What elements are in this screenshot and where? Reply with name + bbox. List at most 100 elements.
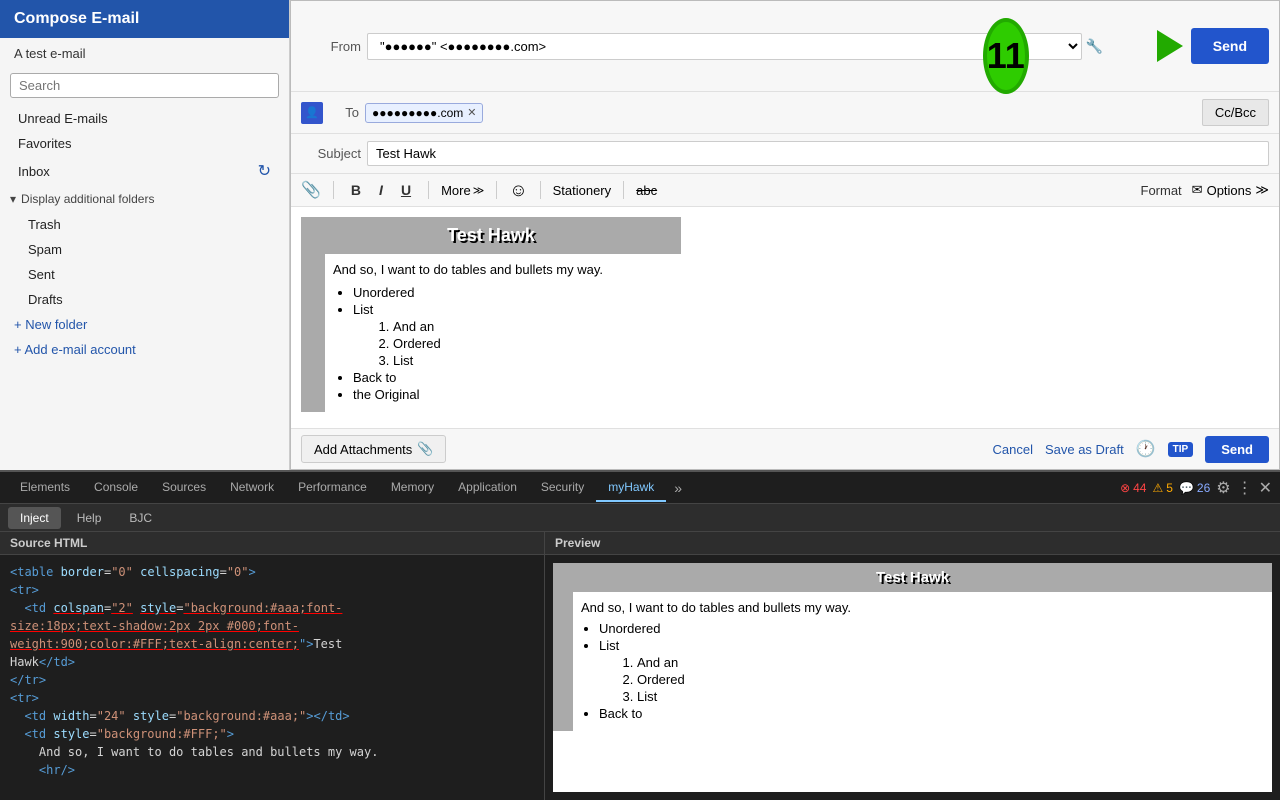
list-item: the Original	[353, 387, 673, 402]
tab-elements[interactable]: Elements	[8, 474, 82, 502]
list-item: Ordered	[637, 672, 1264, 687]
sidebar-nav: Unread E-mails Favorites Inbox ↻ ▾ Displ…	[0, 102, 289, 366]
warning-count[interactable]: ⚠ 5	[1152, 481, 1172, 495]
msg-icon: 💬	[1179, 481, 1194, 495]
sidebar-item-spam[interactable]: Spam	[0, 237, 289, 262]
code-line: And so, I want to do tables and bullets …	[10, 743, 534, 761]
attach-icon[interactable]: 📎	[301, 180, 321, 200]
stationery-button[interactable]: Stationery	[553, 183, 612, 198]
sidebar-section-header[interactable]: ▾ Display additional folders	[0, 186, 289, 212]
email-content-table: Test Hawk And so, I want to do tables an…	[301, 217, 681, 412]
ccbcc-area: Cc/Bcc	[1202, 99, 1269, 126]
sidebar-item-drafts[interactable]: Drafts	[0, 287, 289, 312]
abc-button[interactable]: abc	[636, 183, 657, 198]
more-tabs-button[interactable]: »	[666, 474, 690, 502]
sidebar-title: Compose E-mail	[0, 0, 289, 38]
sub-tab-help[interactable]: Help	[65, 507, 114, 529]
list-item: Back to	[599, 706, 1264, 721]
underline-button[interactable]: U	[396, 179, 416, 201]
toolbar-separator	[333, 181, 334, 199]
list-item: Unordered	[599, 621, 1264, 636]
code-line: <table border="0" cellspacing="0">	[10, 563, 534, 581]
italic-button[interactable]: I	[374, 179, 388, 201]
preview-ordered-list: And an Ordered List	[637, 655, 1264, 704]
code-line: <td style="background:#FFF;">	[10, 725, 534, 743]
cancel-link[interactable]: Cancel	[992, 442, 1032, 457]
collapse-arrow-icon: ▾	[10, 192, 16, 206]
to-label: To	[329, 105, 359, 120]
error-count[interactable]: ⊗ 44	[1120, 481, 1146, 495]
emoji-button[interactable]: ☺	[509, 180, 527, 201]
email-ordered-list: And an Ordered List	[393, 319, 673, 368]
toolbar-separator4	[540, 181, 541, 199]
add-attachments-button[interactable]: Add Attachments 📎	[301, 435, 446, 463]
devtools-more-icon[interactable]: ⋮	[1237, 478, 1253, 498]
sidebar-item-favorites[interactable]: Favorites	[0, 131, 289, 156]
preview-content: Test Hawk And so, I want to do tables an…	[553, 563, 1272, 792]
add-folder-button[interactable]: + New folder	[0, 312, 289, 337]
source-html-title: Source HTML	[0, 532, 544, 555]
send-button-top[interactable]: Send	[1191, 28, 1269, 64]
sidebar-subtitle: A test e-mail	[0, 38, 289, 69]
tab-myhawk[interactable]: myHawk	[596, 474, 666, 502]
bold-button[interactable]: B	[346, 179, 366, 201]
badge-arrow	[1157, 30, 1183, 62]
preview-intro: And so, I want to do tables and bullets …	[581, 600, 1264, 615]
devtools-body: Source HTML <table border="0" cellspacin…	[0, 532, 1280, 800]
refresh-icon[interactable]: ↻	[258, 161, 271, 181]
options-button[interactable]: ✉ Options ≫	[1192, 182, 1269, 198]
sidebar-item-inbox[interactable]: Inbox ↻	[0, 156, 289, 186]
sub-tab-inject[interactable]: Inject	[8, 507, 61, 529]
compose-footer: Add Attachments 📎 Cancel Save as Draft 🕐…	[291, 428, 1279, 469]
preview-title: Preview	[545, 532, 1280, 555]
list-item: Back to	[353, 370, 673, 385]
to-row: 👤 To ●●●●●●●●●.com ✕ Cc/Bcc	[291, 92, 1279, 134]
message-count[interactable]: 💬 26	[1179, 481, 1210, 495]
tab-memory[interactable]: Memory	[379, 474, 446, 502]
sub-tab-bjc[interactable]: BJC	[117, 507, 164, 529]
toolbar-separator2	[428, 181, 429, 199]
source-code-area[interactable]: <table border="0" cellspacing="0"> <tr> …	[0, 555, 544, 800]
send-button-footer[interactable]: Send	[1205, 436, 1269, 463]
badge-11: 11	[983, 18, 1029, 94]
tab-application[interactable]: Application	[446, 474, 529, 502]
clock-icon[interactable]: 🕐	[1136, 439, 1156, 459]
code-line: <tr>	[10, 689, 534, 707]
devtools-close-icon[interactable]: ✕	[1259, 478, 1272, 498]
tab-console[interactable]: Console	[82, 474, 150, 502]
save-draft-link[interactable]: Save as Draft	[1045, 442, 1124, 457]
remove-recipient-button[interactable]: ✕	[467, 106, 476, 119]
list-item: And an	[637, 655, 1264, 670]
more-button[interactable]: More ≫	[441, 183, 484, 198]
sidebar-item-trash[interactable]: Trash	[0, 212, 289, 237]
code-line: <td width="24" style="background:#aaa;">…	[10, 707, 534, 725]
tab-sources[interactable]: Sources	[150, 474, 218, 502]
sidebar-item-sent[interactable]: Sent	[0, 262, 289, 287]
from-select[interactable]: "●●●●●●" <●●●●●●●●.com>	[367, 33, 1082, 60]
preview-body-cell: And so, I want to do tables and bullets …	[573, 592, 1272, 731]
sidebar-item-unread[interactable]: Unread E-mails	[0, 106, 289, 131]
tab-network[interactable]: Network	[218, 474, 286, 502]
wrench-icon[interactable]: 🔧	[1086, 38, 1103, 55]
list-item: List And an Ordered List	[599, 638, 1264, 704]
email-intro-text: And so, I want to do tables and bullets …	[333, 262, 673, 277]
tab-security[interactable]: Security	[529, 474, 596, 502]
error-icon: ⊗	[1120, 481, 1130, 495]
ccbcc-button[interactable]: Cc/Bcc	[1202, 99, 1269, 126]
subject-row: Subject	[291, 134, 1279, 174]
add-account-button[interactable]: + Add e-mail account	[0, 337, 289, 362]
envelope-icon: ✉	[1192, 182, 1203, 198]
list-item: And an	[393, 319, 673, 334]
subject-label: Subject	[301, 146, 361, 161]
search-input[interactable]	[10, 73, 279, 98]
preview-title-cell: Test Hawk	[553, 563, 1272, 592]
compose-toolbar: 📎 B I U More ≫ ☺ Stationery abc Format ✉…	[291, 174, 1279, 207]
tab-performance[interactable]: Performance	[286, 474, 379, 502]
toolbar-separator3	[496, 181, 497, 199]
subject-input[interactable]	[367, 141, 1269, 166]
source-html-panel: Source HTML <table border="0" cellspacin…	[0, 532, 545, 800]
from-label: From	[301, 39, 361, 54]
compose-body[interactable]: Test Hawk And so, I want to do tables an…	[291, 207, 1279, 428]
settings-icon[interactable]: ⚙	[1216, 478, 1230, 498]
format-button[interactable]: Format	[1141, 183, 1182, 198]
